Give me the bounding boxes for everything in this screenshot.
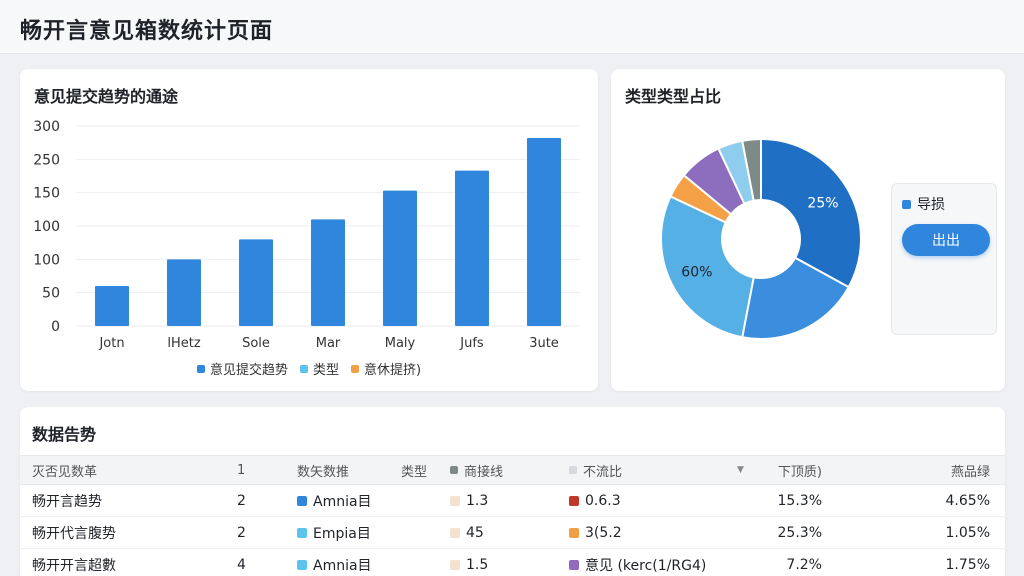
header-pct1[interactable]: 下顶质) bbox=[720, 456, 822, 484]
y-tick-label: 50 bbox=[42, 286, 60, 302]
row-swatch-icon bbox=[569, 559, 579, 570]
trend-chart-card: 意见提交趋势的通途 0 50 100 100 150 250 300 Jotn lHetz Sol… bbox=[20, 69, 598, 391]
row-swatch-icon bbox=[450, 495, 460, 506]
table-row[interactable]: 畅开言趋势 2 Amnia目 1.3 0.6.3 15.3% 4.65% bbox=[20, 485, 1005, 517]
legend-swatch-icon bbox=[350, 364, 359, 373]
page-title: 畅开言意见箱数统计页面 bbox=[20, 19, 274, 44]
top-bar: 畅开言意见箱数统计页面 bbox=[0, 0, 1024, 54]
row-type: Empia目 bbox=[313, 525, 371, 542]
row-pct2: 1.05% bbox=[945, 524, 990, 541]
legend-label: 意见提交趋势 bbox=[209, 363, 288, 378]
donut-hole bbox=[721, 199, 801, 279]
row-line-value: 1.5 bbox=[466, 556, 489, 573]
header-ratio[interactable]: 不流比 bbox=[569, 456, 622, 484]
x-tick-label: Maly bbox=[385, 336, 416, 351]
row-pct1: 7.2% bbox=[786, 556, 822, 573]
export-button[interactable]: 出出 bbox=[902, 224, 990, 256]
row-line-value: 45 bbox=[466, 524, 484, 541]
pie-panel-legend-item[interactable]: 导损 bbox=[902, 194, 945, 214]
x-tick-label: Jotn bbox=[98, 336, 124, 351]
row-swatch-icon bbox=[450, 559, 460, 570]
header-count[interactable]: 1 bbox=[237, 456, 245, 484]
header-swatch-icon bbox=[450, 466, 458, 474]
row-name: 畅开开言超數 bbox=[32, 557, 116, 574]
header-name[interactable]: 灭否见数革 bbox=[32, 456, 97, 484]
header-line[interactable]: 商接线 bbox=[450, 456, 503, 484]
row-pct2: 1.75% bbox=[945, 556, 990, 573]
y-tick-label: 300 bbox=[33, 119, 60, 135]
x-tick-label: 3ute bbox=[529, 336, 559, 351]
table-header: 灭否见数革 1 数矢数推 类型 商接线 不流比 ▼ 下顶质) 燕品绿 bbox=[20, 455, 1005, 485]
header-ratio-label: 不流比 bbox=[583, 464, 623, 480]
header-type[interactable]: 类型 bbox=[401, 456, 427, 484]
bar-chart-legend: 意见提交趋势 类型 意休提挤) bbox=[20, 359, 598, 378]
y-tick-label: 250 bbox=[33, 152, 60, 168]
row-type: Amnia目 bbox=[313, 557, 372, 574]
y-tick-label: 100 bbox=[33, 219, 60, 235]
y-tick-label: 100 bbox=[33, 252, 60, 268]
bar[interactable] bbox=[167, 259, 201, 326]
row-swatch-icon bbox=[297, 495, 307, 506]
legend-label: 类型 bbox=[312, 363, 339, 378]
bar[interactable] bbox=[239, 239, 273, 326]
legend-swatch-icon bbox=[902, 199, 911, 209]
header-data[interactable]: 数矢数推 bbox=[297, 456, 349, 484]
row-ratio-value: 3(5.2 bbox=[585, 524, 622, 541]
row-count: 2 bbox=[237, 524, 246, 541]
legend-item[interactable]: 意休提挤) bbox=[350, 359, 422, 378]
row-swatch-icon bbox=[569, 527, 579, 538]
bar-chart: 0 50 100 100 150 250 300 Jotn lHetz Sole Mar Maly Ju… bbox=[33, 119, 580, 351]
legend-label: 意休提挤) bbox=[363, 363, 422, 378]
row-swatch-icon bbox=[569, 495, 579, 506]
table-title: 数据告势 bbox=[32, 425, 97, 444]
legend-item[interactable]: 类型 bbox=[299, 359, 339, 378]
type-share-card: 类型类型占比 25% 60% 导损 出出 bbox=[611, 69, 1005, 391]
bar[interactable] bbox=[527, 138, 561, 326]
y-tick-label: 0 bbox=[51, 319, 60, 335]
row-count: 2 bbox=[237, 492, 246, 509]
bar[interactable] bbox=[383, 190, 417, 326]
bar[interactable] bbox=[95, 286, 129, 326]
pie-panel-item-label: 导损 bbox=[917, 197, 945, 213]
data-table-card: 数据告势 灭否见数革 1 数矢数推 类型 商接线 不流比 ▼ 下顶质) 燕品绿 … bbox=[20, 407, 1005, 576]
y-tick-label: 150 bbox=[33, 186, 60, 202]
header-swatch-icon bbox=[569, 466, 577, 474]
row-ratio-value: 意见 (kerc(1/RG4) bbox=[585, 557, 707, 574]
header-line-label: 商接线 bbox=[464, 464, 504, 480]
row-pct2: 4.65% bbox=[945, 492, 990, 509]
row-name: 畅开代言腹势 bbox=[32, 525, 116, 542]
row-count: 4 bbox=[237, 556, 246, 573]
legend-item[interactable]: 意见提交趋势 bbox=[196, 359, 288, 378]
bar[interactable] bbox=[455, 170, 489, 326]
x-tick-label: lHetz bbox=[167, 336, 200, 351]
row-ratio-value: 0.6.3 bbox=[585, 492, 621, 509]
row-swatch-icon bbox=[450, 527, 460, 538]
row-swatch-icon bbox=[297, 559, 307, 570]
pie-slice-label: 25% bbox=[807, 195, 838, 211]
table-row[interactable]: 畅开开言超數 4 Amnia目 1.5 意见 (kerc(1/RG4) 7.2% 1.75% bbox=[20, 549, 1005, 576]
row-pct1: 25.3% bbox=[777, 524, 822, 541]
x-tick-label: Sole bbox=[242, 336, 270, 351]
legend-swatch-icon bbox=[196, 364, 205, 373]
legend-swatch-icon bbox=[299, 364, 308, 373]
header-pct2[interactable]: 燕品绿 bbox=[860, 456, 990, 484]
x-tick-label: Mar bbox=[316, 336, 341, 351]
row-pct1: 15.3% bbox=[777, 492, 822, 509]
row-swatch-icon bbox=[297, 527, 307, 538]
x-tick-label: Jufs bbox=[459, 336, 484, 351]
bar[interactable] bbox=[311, 219, 345, 326]
pie-side-panel: 导损 出出 bbox=[891, 183, 997, 335]
table-row[interactable]: 畅开代言腹势 2 Empia目 45 3(5.2 25.3% 1.05% bbox=[20, 517, 1005, 549]
row-line-value: 1.3 bbox=[466, 492, 489, 509]
row-name: 畅开言趋势 bbox=[32, 493, 102, 510]
row-type: Amnia目 bbox=[313, 493, 372, 510]
pie-slice-label: 60% bbox=[681, 265, 712, 281]
